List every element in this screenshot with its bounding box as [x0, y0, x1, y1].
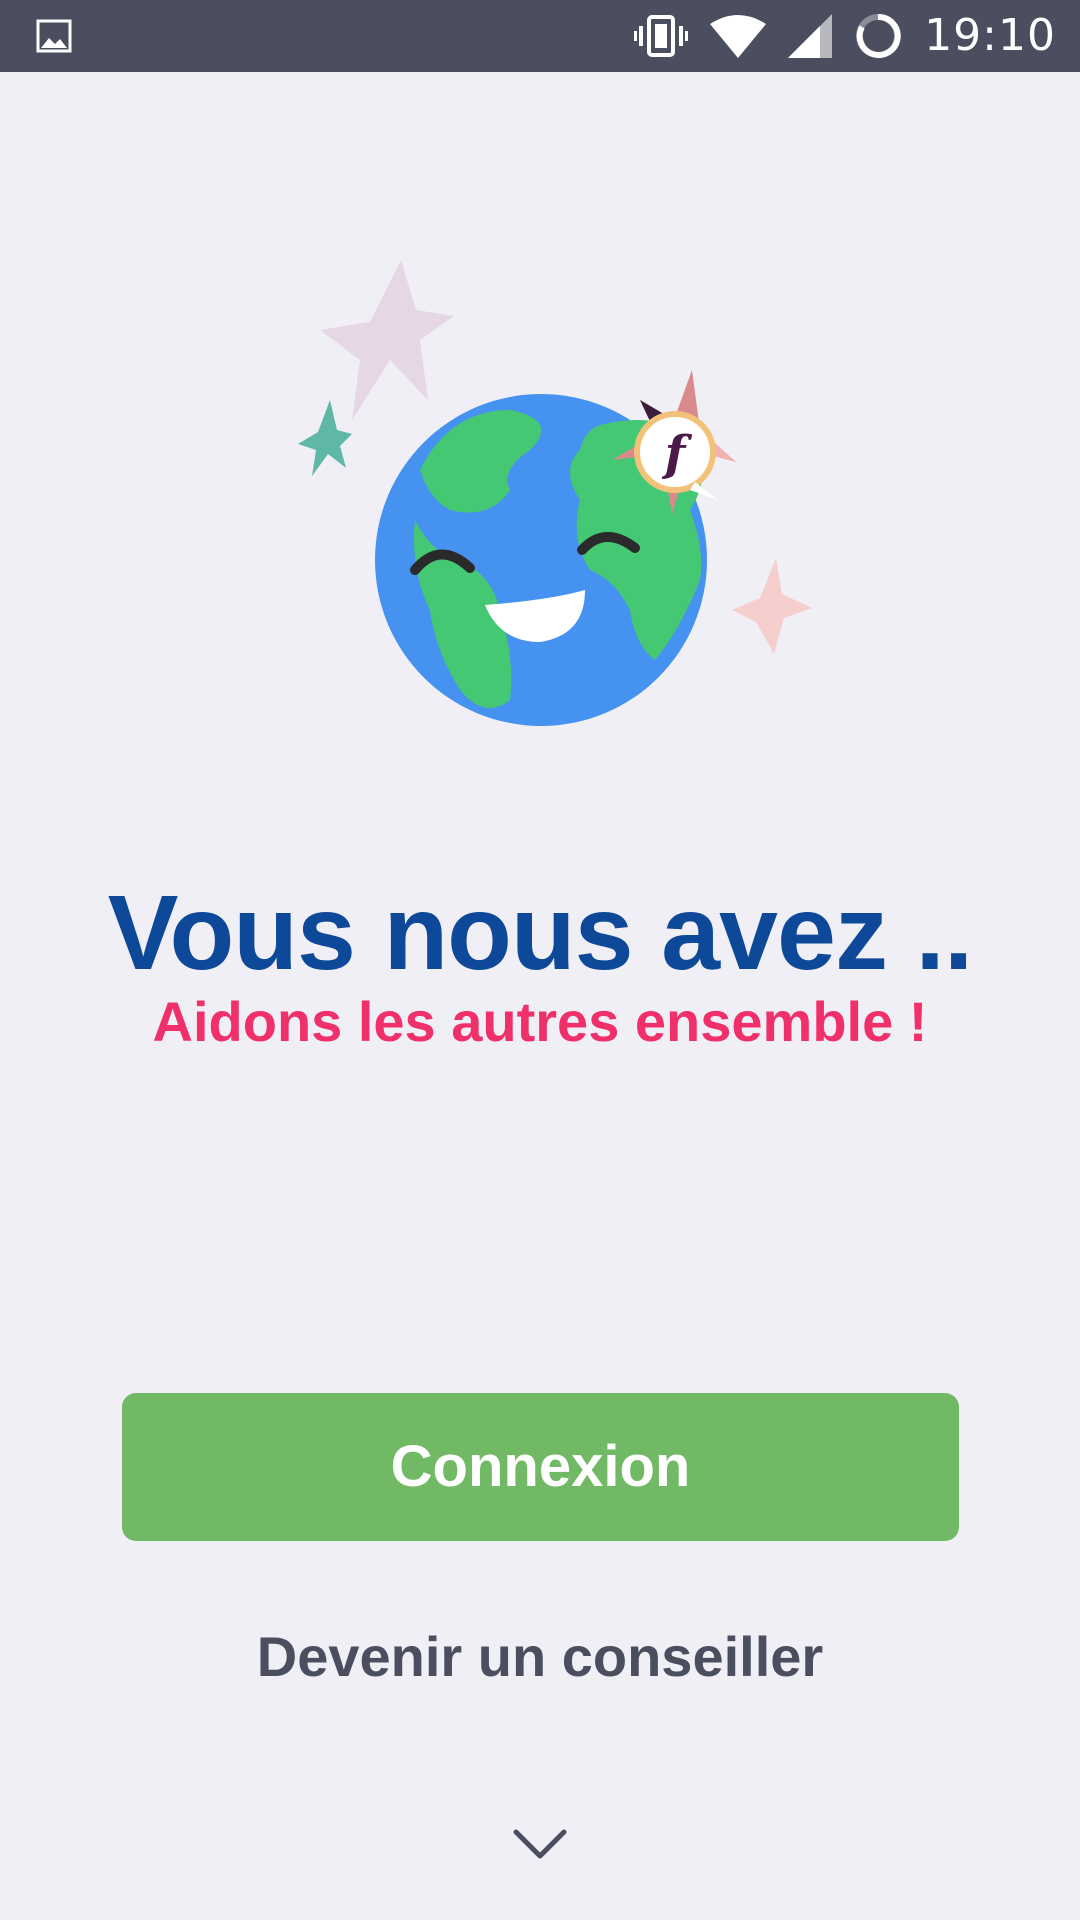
- battery-icon: [856, 13, 901, 58]
- chevron-down-icon[interactable]: [510, 1826, 570, 1862]
- sparkle-icon: [298, 400, 352, 476]
- status-bar: 19:10: [0, 0, 1080, 72]
- status-icons: 19:10: [634, 0, 1056, 72]
- page-title: Vous nous avez ..: [107, 874, 974, 992]
- signal-icon: [788, 14, 833, 58]
- status-time: 19:10: [924, 10, 1056, 61]
- vibrate-icon: [634, 15, 689, 57]
- sparkle-icon: [732, 558, 812, 654]
- sparkle-icon: [320, 260, 454, 420]
- wifi-icon: [710, 15, 767, 58]
- earth-illustration: f: [298, 260, 812, 726]
- login-button[interactable]: Connexion: [122, 1393, 959, 1541]
- become-advisor-link[interactable]: Devenir un conseiller: [0, 1622, 1080, 1692]
- gallery-icon: [36, 19, 72, 53]
- page-subtitle: Aidons les autres ensemble !: [152, 990, 928, 1053]
